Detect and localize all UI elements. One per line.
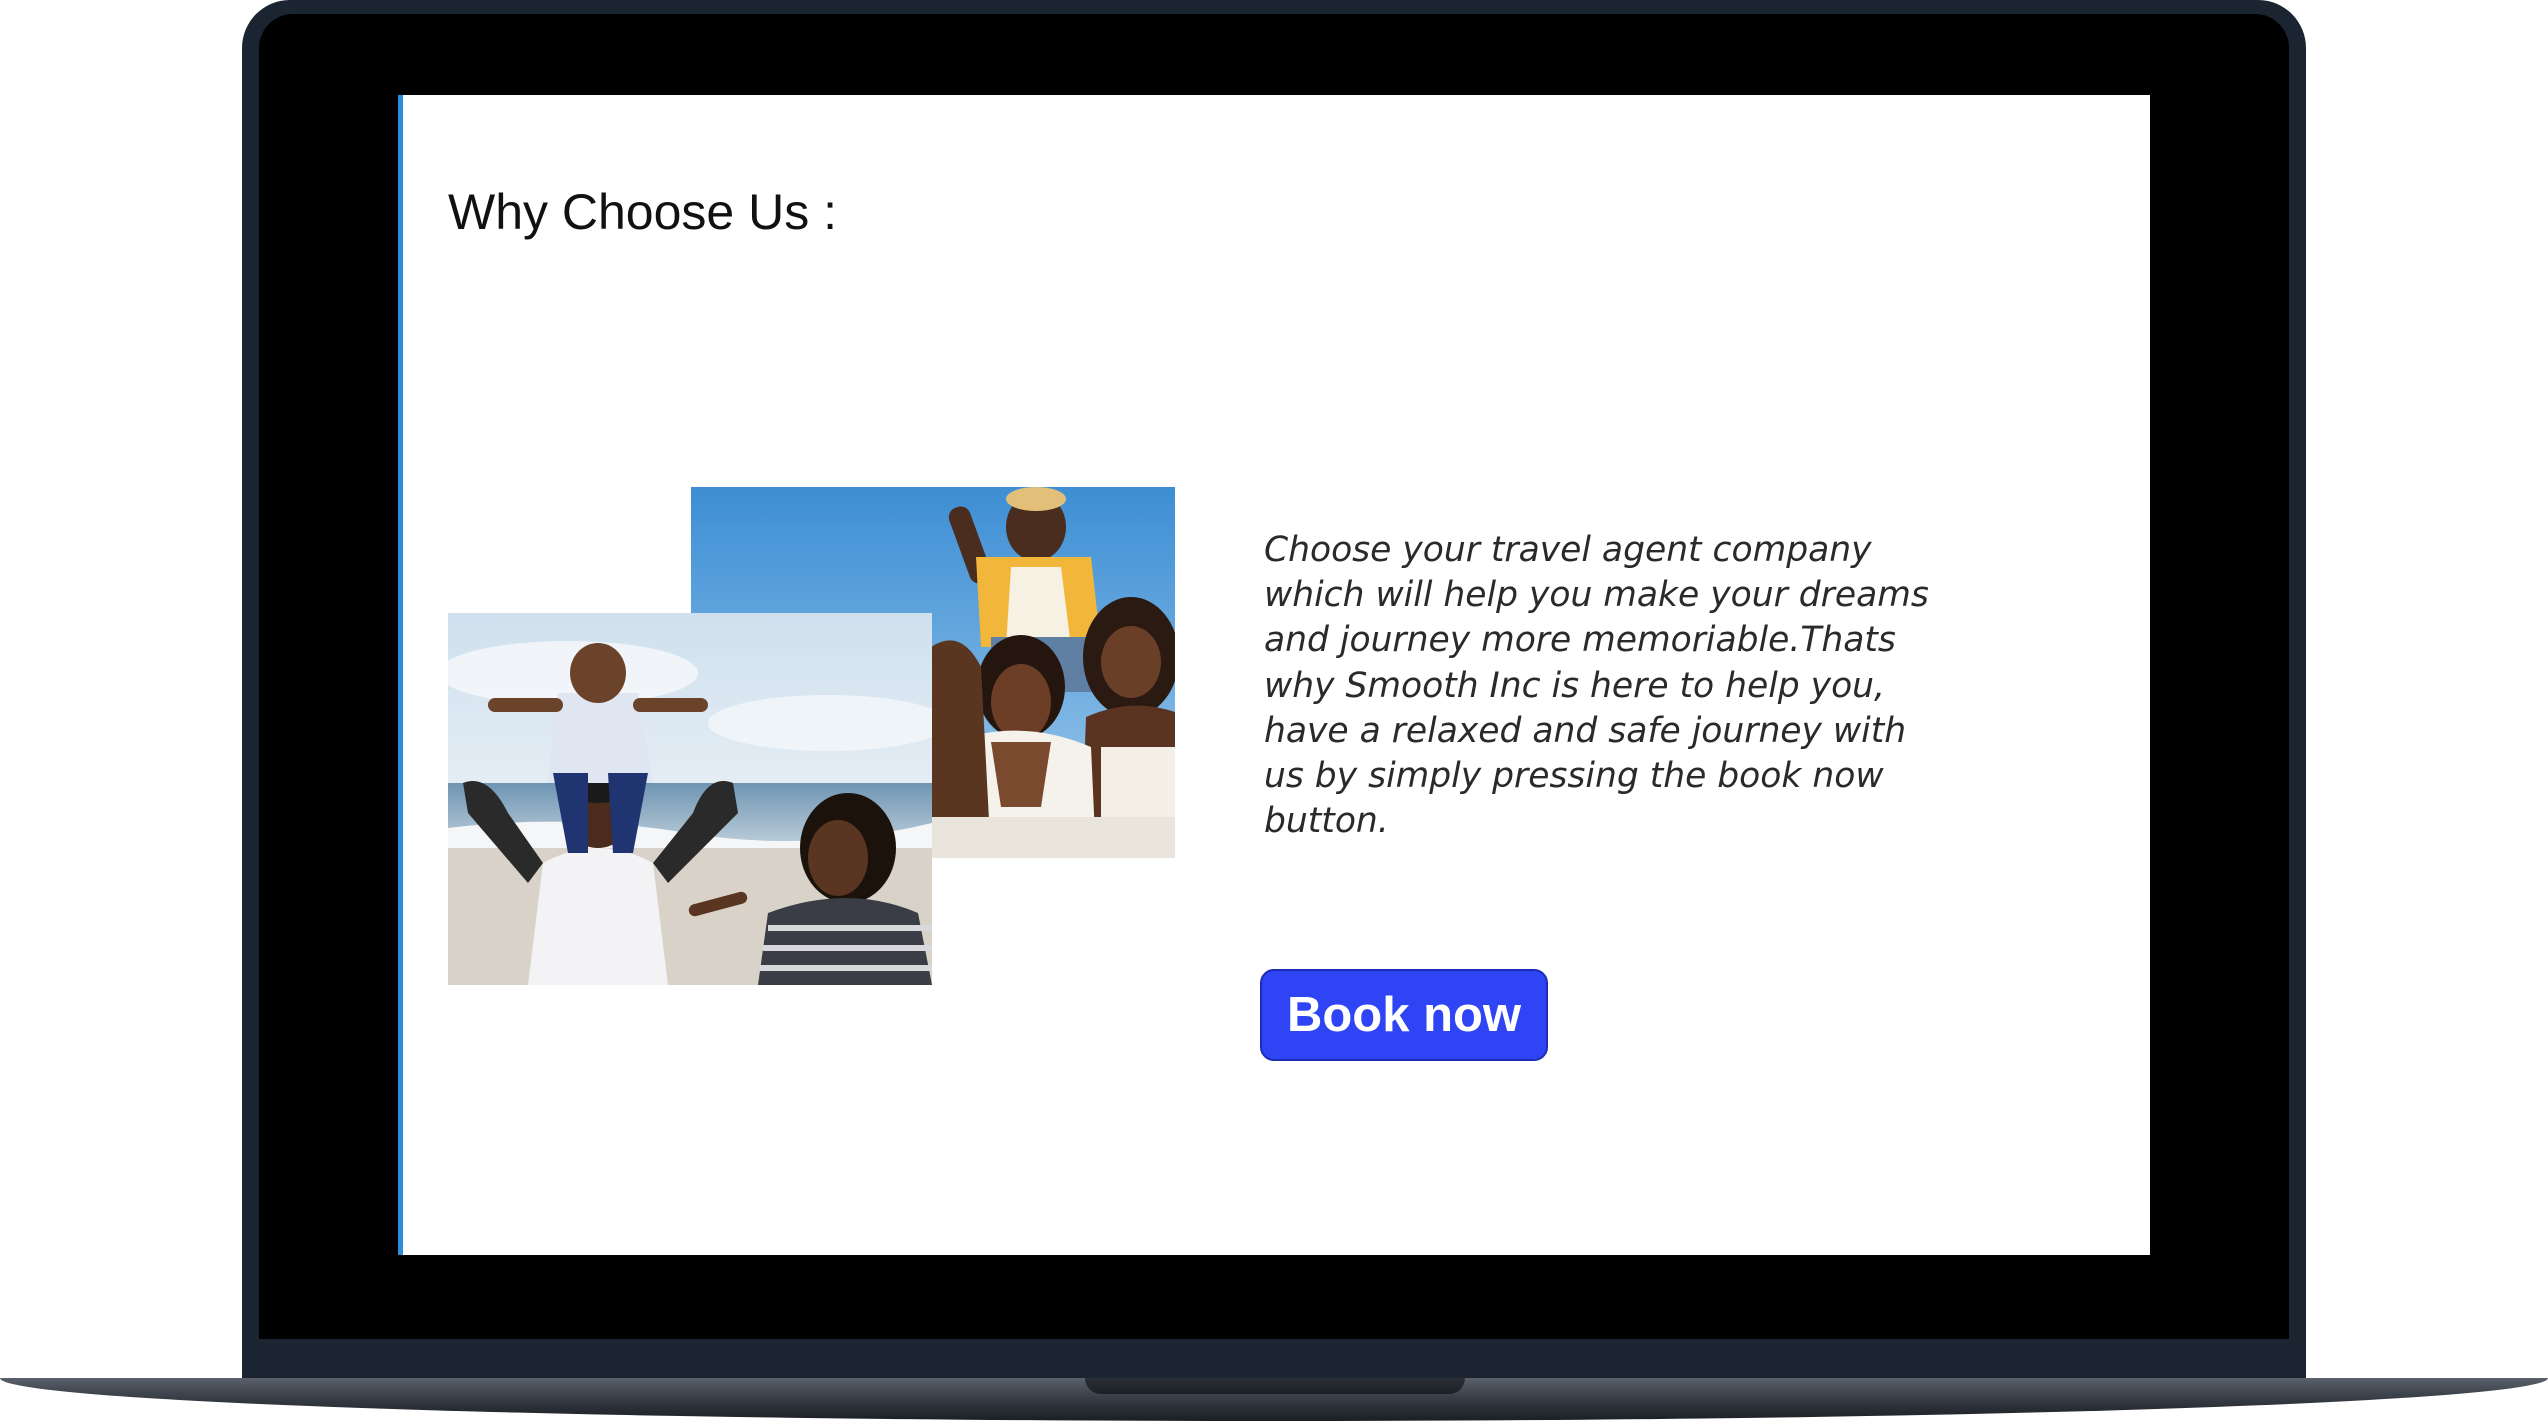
book-now-button[interactable]: Book now <box>1260 969 1548 1061</box>
family-on-beach-photo <box>448 613 932 985</box>
laptop-screen: Why Choose Us : Choose your travel agent… <box>398 95 2150 1255</box>
description-text: Choose your travel agent company which w… <box>1264 530 1929 842</box>
mockup-stage: Why Choose Us : Choose your travel agent… <box>0 0 2548 1421</box>
laptop-base-notch <box>1085 1378 1465 1394</box>
screen-edge-accent <box>398 95 403 1255</box>
section-heading: Why Choose Us : <box>448 184 838 240</box>
